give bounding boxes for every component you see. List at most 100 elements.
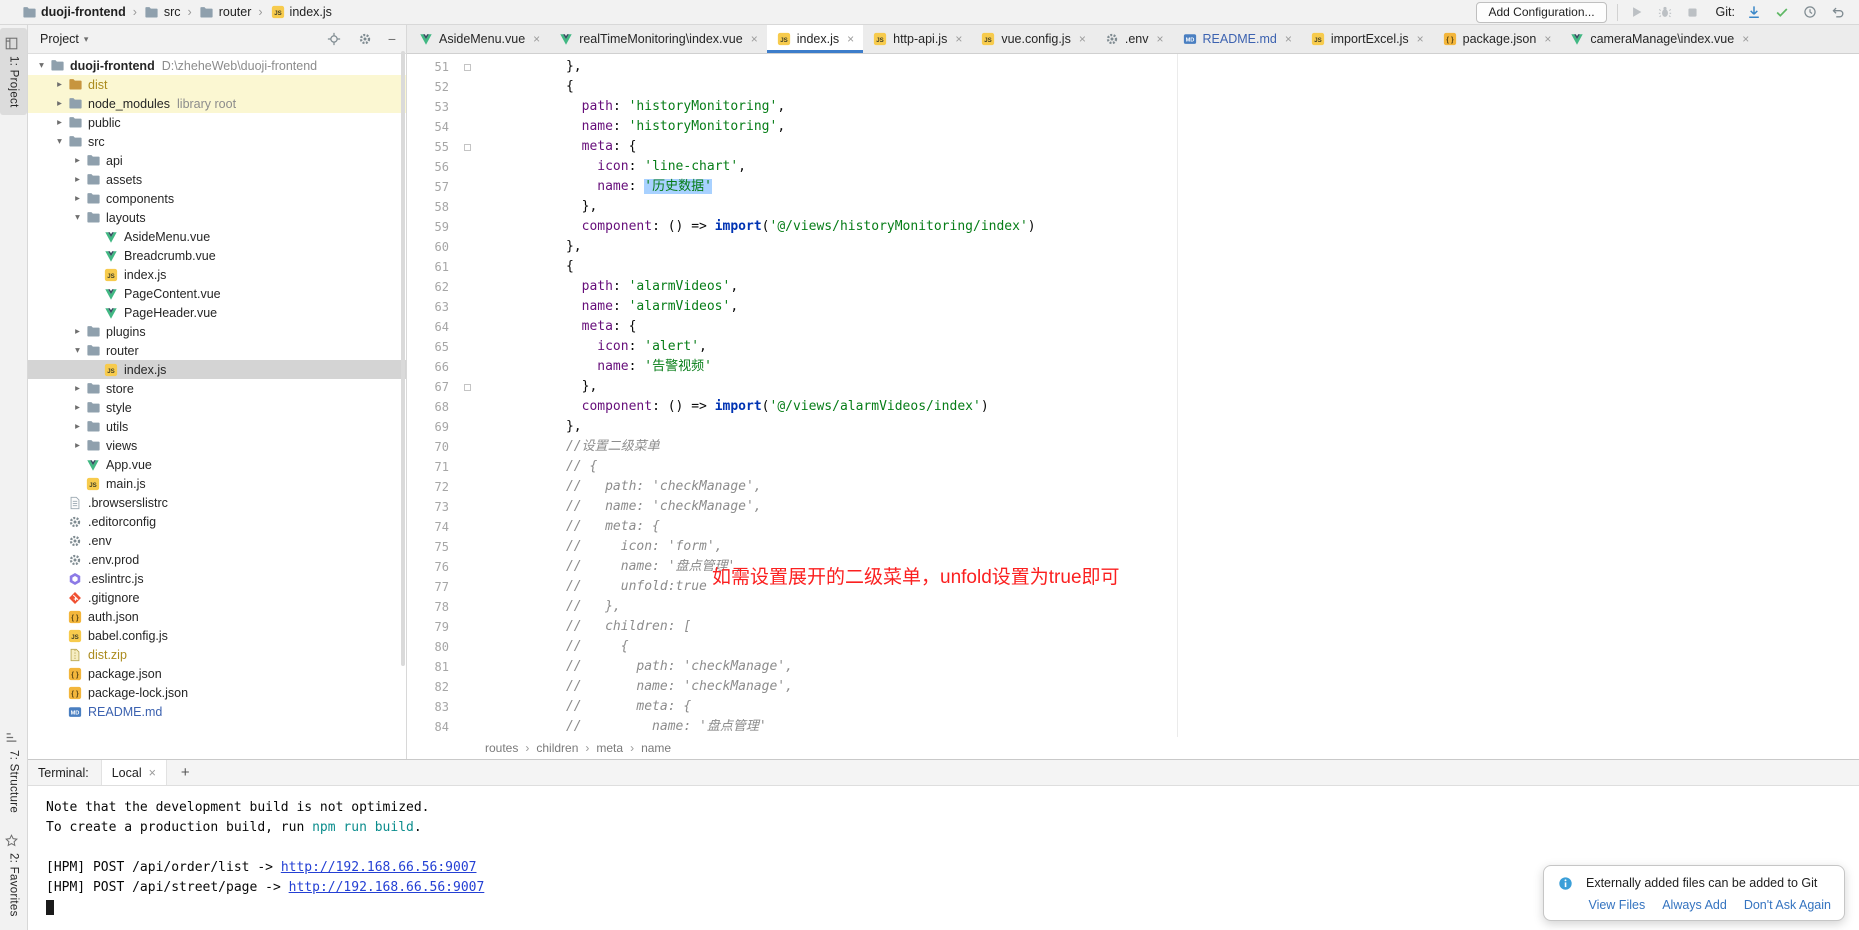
tree-toggle-icon[interactable]: ▸ [52, 79, 67, 90]
editor-breadcrumb-meta[interactable]: meta [596, 741, 623, 755]
close-tab-icon[interactable]: × [1156, 32, 1163, 46]
tree-toggle-icon[interactable]: ▸ [70, 174, 85, 185]
editor-breadcrumb-name[interactable]: name [641, 741, 671, 755]
tree-item-style[interactable]: ▸style [28, 398, 406, 417]
close-tab-icon[interactable]: × [1417, 32, 1424, 46]
gear-icon[interactable] [357, 31, 373, 47]
new-terminal-button[interactable]: + [177, 764, 194, 781]
tree-toggle-icon[interactable]: ▾ [70, 345, 85, 356]
tree-toggle-icon[interactable]: ▾ [52, 136, 67, 147]
tree-item-pagecontent-vue[interactable]: PageContent.vue [28, 284, 406, 303]
tree-toggle-icon[interactable]: ▾ [34, 60, 49, 71]
git-commit-icon[interactable] [1773, 3, 1791, 21]
editor-tab-asidemenu-vue[interactable]: AsideMenu.vue× [409, 25, 549, 53]
tree-item-node-modules[interactable]: ▸node_moduleslibrary root [28, 94, 406, 113]
code-editor[interactable]: 51 },52 {53 path: 'historyMonitoring',54… [407, 54, 1859, 737]
tree-toggle-icon[interactable]: ▸ [52, 98, 67, 109]
tree-item-package-json[interactable]: { }package.json [28, 664, 406, 683]
tree-item-gitignore[interactable]: .gitignore [28, 588, 406, 607]
tree-item-dist[interactable]: ▸dist [28, 75, 406, 94]
locate-file-icon[interactable] [326, 31, 342, 47]
tree-item-readme-md[interactable]: MDREADME.md [28, 702, 406, 721]
tree-toggle-icon[interactable]: ▸ [70, 155, 85, 166]
tree-item-store[interactable]: ▸store [28, 379, 406, 398]
close-tab-icon[interactable]: × [955, 32, 962, 46]
notification-action-always-add[interactable]: Always Add [1662, 898, 1727, 912]
close-tab-icon[interactable]: × [1285, 32, 1292, 46]
tool-tab-project[interactable]: 1: Project [0, 28, 27, 115]
scrollbar[interactable] [401, 51, 405, 666]
tree-item-package-lock-json[interactable]: { }package-lock.json [28, 683, 406, 702]
tree-item-app-vue[interactable]: App.vue [28, 455, 406, 474]
tree-item-dist-zip[interactable]: dist.zip [28, 645, 406, 664]
tree-toggle-icon[interactable]: ▸ [70, 326, 85, 337]
tree-item-utils[interactable]: ▸utils [28, 417, 406, 436]
tree-item-pageheader-vue[interactable]: PageHeader.vue [28, 303, 406, 322]
tree-item-router[interactable]: ▾router [28, 341, 406, 360]
tree-item-views[interactable]: ▸views [28, 436, 406, 455]
tree-item-src[interactable]: ▾src [28, 132, 406, 151]
stop-icon[interactable] [1684, 3, 1702, 21]
tree-item-env-prod[interactable]: .env.prod [28, 550, 406, 569]
breadcrumb-item-duoji-frontend[interactable]: duoji-frontend [18, 3, 129, 21]
close-tab-icon[interactable]: × [847, 32, 854, 46]
tree-item-assets[interactable]: ▸assets [28, 170, 406, 189]
editor-tab-http-api-js[interactable]: JShttp-api.js× [863, 25, 971, 53]
git-update-icon[interactable] [1745, 3, 1763, 21]
project-view-dropdown[interactable]: Project ▾ [40, 32, 88, 46]
tree-toggle-icon[interactable]: ▸ [70, 440, 85, 451]
terminal-link[interactable]: http://192.168.66.56:9007 [281, 860, 477, 875]
editor-breadcrumb-routes[interactable]: routes [485, 741, 518, 755]
close-tab-icon[interactable]: × [751, 32, 758, 46]
tree-item-api[interactable]: ▸api [28, 151, 406, 170]
editor-tab-readme-md[interactable]: MDREADME.md× [1173, 25, 1301, 53]
close-icon[interactable]: × [149, 766, 156, 780]
tree-toggle-icon[interactable]: ▸ [70, 383, 85, 394]
tree-item-layouts[interactable]: ▾layouts [28, 208, 406, 227]
tree-item-babel-config-js[interactable]: JSbabel.config.js [28, 626, 406, 645]
rollback-icon[interactable] [1829, 3, 1847, 21]
close-tab-icon[interactable]: × [1544, 32, 1551, 46]
history-icon[interactable] [1801, 3, 1819, 21]
editor-tab-package-json[interactable]: { }package.json× [1433, 25, 1561, 53]
tree-item-index-js[interactable]: JSindex.js [28, 265, 406, 284]
tree-item-main-js[interactable]: JSmain.js [28, 474, 406, 493]
tree-item-eslintrc-js[interactable]: .eslintrc.js [28, 569, 406, 588]
tree-item-auth-json[interactable]: { }auth.json [28, 607, 406, 626]
editor-tab-importexcel-js[interactable]: JSimportExcel.js× [1301, 25, 1433, 53]
editor-tab-env[interactable]: .env× [1095, 25, 1173, 53]
tree-toggle-icon[interactable]: ▾ [70, 212, 85, 223]
tree-item-public[interactable]: ▸public [28, 113, 406, 132]
breadcrumb-item-index-js[interactable]: JSindex.js [267, 3, 335, 21]
tree-toggle-icon[interactable]: ▸ [52, 117, 67, 128]
terminal-link[interactable]: http://192.168.66.56:9007 [289, 880, 485, 895]
notification-action-view-files[interactable]: View Files [1588, 898, 1645, 912]
editor-tab-cameramanage-index-vue[interactable]: cameraManage\index.vue× [1560, 25, 1758, 53]
tree-item-duoji-frontend[interactable]: ▾duoji-frontendD:\zheheWeb\duoji-fronten… [28, 56, 406, 75]
editor-tab-realtimemonitoring-index-vue[interactable]: realTimeMonitoring\index.vue× [549, 25, 767, 53]
tool-tab-structure[interactable]: 7: Structure [0, 722, 27, 820]
breadcrumb-item-src[interactable]: src [141, 3, 184, 21]
tool-tab-favorites[interactable]: 2: Favorites [0, 825, 27, 924]
tree-item-index-js[interactable]: JSindex.js [28, 360, 406, 379]
fold-marker-icon[interactable] [464, 384, 471, 391]
tree-toggle-icon[interactable]: ▸ [70, 402, 85, 413]
editor-breadcrumb-children[interactable]: children [536, 741, 578, 755]
close-tab-icon[interactable]: × [1079, 32, 1086, 46]
tree-toggle-icon[interactable]: ▸ [70, 421, 85, 432]
close-tab-icon[interactable]: × [1742, 32, 1749, 46]
editor-tab-index-js[interactable]: JSindex.js× [767, 25, 863, 53]
tree-item-breadcrumb-vue[interactable]: Breadcrumb.vue [28, 246, 406, 265]
breadcrumb-item-router[interactable]: router [196, 3, 255, 21]
add-configuration-button[interactable]: Add Configuration... [1476, 2, 1606, 23]
tree-item-env[interactable]: .env [28, 531, 406, 550]
debug-icon[interactable] [1656, 3, 1674, 21]
tree-toggle-icon[interactable]: ▸ [70, 193, 85, 204]
fold-marker-icon[interactable] [464, 64, 471, 71]
tree-item-asidemenu-vue[interactable]: AsideMenu.vue [28, 227, 406, 246]
run-icon[interactable] [1628, 3, 1646, 21]
fold-marker-icon[interactable] [464, 144, 471, 151]
tree-item-components[interactable]: ▸components [28, 189, 406, 208]
terminal-tab-local[interactable]: Local × [101, 760, 167, 785]
tree-item-plugins[interactable]: ▸plugins [28, 322, 406, 341]
